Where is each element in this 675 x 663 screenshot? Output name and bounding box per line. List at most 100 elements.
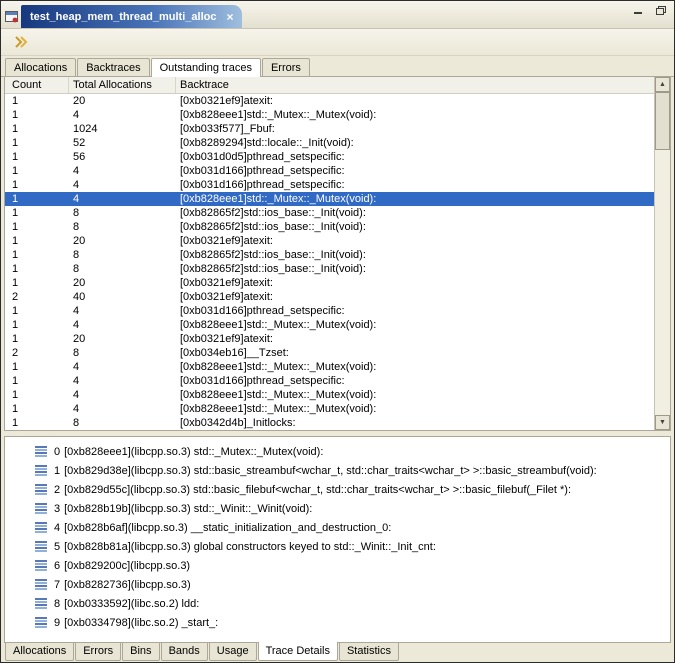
trace-details-pane: 0[0xb828eee1](libcpp.so.3) std::_Mutex::… bbox=[4, 436, 671, 643]
backtrace-cell: [0xb0321ef9]atexit: bbox=[176, 94, 654, 108]
window-title-tab[interactable]: test_heap_mem_thread_multi_alloc × bbox=[21, 5, 242, 28]
table-row[interactable]: 14[0xb031d166]pthread_setspecific: bbox=[5, 374, 654, 388]
backtrace-cell: [0xb82865f2]std::ios_base::_Init(void): bbox=[176, 206, 654, 220]
maximize-button[interactable] bbox=[653, 4, 668, 17]
column-header-total-allocations[interactable]: Total Allocations bbox=[69, 77, 176, 93]
backtrace-cell: [0xb828eee1]std::_Mutex::_Mutex(void): bbox=[176, 388, 654, 402]
table-row[interactable]: 18[0xb82865f2]std::ios_base::_Init(void)… bbox=[5, 220, 654, 234]
trace-detail-item[interactable]: 2[0xb829d55c](libcpp.so.3) std::basic_fi… bbox=[5, 480, 670, 499]
frame-index: 4 bbox=[54, 522, 60, 534]
count-cell: 1 bbox=[5, 402, 69, 416]
table-row[interactable]: 18[0xb82865f2]std::ios_base::_Init(void)… bbox=[5, 206, 654, 220]
table-row[interactable]: 14[0xb828eee1]std::_Mutex::_Mutex(void): bbox=[5, 402, 654, 416]
column-header-backtrace[interactable]: Backtrace bbox=[176, 77, 654, 93]
scroll-down-icon[interactable]: ▼ bbox=[655, 415, 670, 430]
bottom-tab-allocations[interactable]: Allocations bbox=[5, 643, 74, 661]
double-chevron-icon[interactable] bbox=[12, 33, 30, 51]
stack-frame-icon bbox=[35, 541, 49, 552]
total-allocations-cell: 8 bbox=[69, 248, 176, 262]
table-row[interactable]: 18[0xb82865f2]std::ios_base::_Init(void)… bbox=[5, 248, 654, 262]
table-row[interactable]: 240[0xb0321ef9]atexit: bbox=[5, 290, 654, 304]
backtrace-cell: [0xb828eee1]std::_Mutex::_Mutex(void): bbox=[176, 192, 654, 206]
frame-index: 9 bbox=[54, 617, 60, 629]
table-row[interactable]: 14[0xb031d166]pthread_setspecific: bbox=[5, 164, 654, 178]
backtrace-cell: [0xb031d166]pthread_setspecific: bbox=[176, 178, 654, 192]
total-allocations-cell: 20 bbox=[69, 332, 176, 346]
scroll-up-icon[interactable]: ▲ bbox=[655, 77, 670, 92]
stack-frame-icon bbox=[35, 617, 49, 628]
vertical-scrollbar[interactable]: ▲ ▼ bbox=[654, 77, 670, 430]
backtrace-cell: [0xb828eee1]std::_Mutex::_Mutex(void): bbox=[176, 108, 654, 122]
count-cell: 1 bbox=[5, 164, 69, 178]
frame-text: [0xb0333592](libc.so.2) ldd: bbox=[64, 598, 199, 610]
close-icon[interactable]: × bbox=[226, 11, 233, 23]
total-allocations-cell: 8 bbox=[69, 416, 176, 430]
table-row[interactable]: 120[0xb0321ef9]atexit: bbox=[5, 234, 654, 248]
trace-detail-item[interactable]: 3[0xb828b19b](libcpp.so.3) std::_Winit::… bbox=[5, 499, 670, 518]
tab-allocations[interactable]: Allocations bbox=[5, 58, 76, 76]
trace-detail-item[interactable]: 0[0xb828eee1](libcpp.so.3) std::_Mutex::… bbox=[5, 442, 670, 461]
total-allocations-cell: 20 bbox=[69, 276, 176, 290]
titlebar: test_heap_mem_thread_multi_alloc × bbox=[1, 1, 674, 29]
bottom-tab-bands[interactable]: Bands bbox=[161, 643, 208, 661]
frame-text: [0xb829d38e](libcpp.so.3) std::basic_str… bbox=[64, 465, 597, 477]
table-row[interactable]: 14[0xb031d166]pthread_setspecific: bbox=[5, 304, 654, 318]
table-row[interactable]: 14[0xb828eee1]std::_Mutex::_Mutex(void): bbox=[5, 388, 654, 402]
scrollbar-thumb[interactable] bbox=[655, 92, 670, 150]
total-allocations-cell: 4 bbox=[69, 304, 176, 318]
backtrace-cell: [0xb828eee1]std::_Mutex::_Mutex(void): bbox=[176, 402, 654, 416]
backtrace-cell: [0xb82865f2]std::ios_base::_Init(void): bbox=[176, 262, 654, 276]
count-cell: 1 bbox=[5, 416, 69, 430]
stack-frame-icon bbox=[35, 522, 49, 533]
count-cell: 1 bbox=[5, 248, 69, 262]
trace-detail-item[interactable]: 1 [0xb829d38e](libcpp.so.3) std::basic_st… bbox=[5, 461, 670, 480]
table-row[interactable]: 14[0xb828eee1]std::_Mutex::_Mutex(void): bbox=[5, 360, 654, 374]
table-row[interactable]: 14[0xb828eee1]std::_Mutex::_Mutex(void): bbox=[5, 192, 654, 206]
bottom-tab-bins[interactable]: Bins bbox=[122, 643, 159, 661]
frame-text: [0xb828b81a](libcpp.so.3) global constru… bbox=[64, 541, 436, 553]
count-cell: 1 bbox=[5, 108, 69, 122]
column-header-count[interactable]: Count bbox=[5, 77, 69, 93]
bottom-tab-trace-details[interactable]: Trace Details bbox=[258, 642, 338, 661]
trace-detail-item[interactable]: 7[0xb8282736](libcpp.so.3) bbox=[5, 575, 670, 594]
tab-errors[interactable]: Errors bbox=[262, 58, 310, 76]
table-row[interactable]: 152[0xb8289294]std::locale::_Init(void): bbox=[5, 136, 654, 150]
count-cell: 1 bbox=[5, 374, 69, 388]
minimize-button[interactable] bbox=[631, 4, 646, 17]
tab-backtraces[interactable]: Backtraces bbox=[77, 58, 149, 76]
frame-index: 2 bbox=[54, 484, 60, 496]
trace-detail-item[interactable]: 9[0xb0334798](libc.so.2) _start_: bbox=[5, 613, 670, 632]
trace-detail-item[interactable]: 6[0xb829200c](libcpp.so.3) bbox=[5, 556, 670, 575]
backtrace-cell: [0xb033f577]_Fbuf: bbox=[176, 122, 654, 136]
backtrace-cell: [0xb034eb16]__Tzset: bbox=[176, 346, 654, 360]
trace-detail-item[interactable]: 8[0xb0333592](libc.so.2) ldd: bbox=[5, 594, 670, 613]
table-row[interactable]: 28[0xb034eb16]__Tzset: bbox=[5, 346, 654, 360]
table-row[interactable]: 18[0xb82865f2]std::ios_base::_Init(void)… bbox=[5, 262, 654, 276]
trace-detail-item[interactable]: 4[0xb828b6af](libcpp.so.3) __static_init… bbox=[5, 518, 670, 537]
table-row[interactable]: 120[0xb0321ef9]atexit: bbox=[5, 332, 654, 346]
frame-index: 3 bbox=[54, 503, 60, 515]
table-row[interactable]: 156[0xb031d0d5]pthread_setspecific: bbox=[5, 150, 654, 164]
table-body: 120[0xb0321ef9]atexit:14[0xb828eee1]std:… bbox=[5, 94, 654, 430]
count-cell: 1 bbox=[5, 304, 69, 318]
table-row[interactable]: 14[0xb828eee1]std::_Mutex::_Mutex(void): bbox=[5, 108, 654, 122]
bottom-tab-errors[interactable]: Errors bbox=[75, 643, 121, 661]
total-allocations-cell: 4 bbox=[69, 108, 176, 122]
table-row[interactable]: 120[0xb0321ef9]atexit: bbox=[5, 276, 654, 290]
total-allocations-cell: 8 bbox=[69, 346, 176, 360]
frame-index: 1 bbox=[54, 465, 60, 477]
trace-detail-item[interactable]: 5[0xb828b81a](libcpp.so.3) global constr… bbox=[5, 537, 670, 556]
table-row[interactable]: 18[0xb0342d4b]_Initlocks: bbox=[5, 416, 654, 430]
total-allocations-cell: 20 bbox=[69, 94, 176, 108]
table-row[interactable]: 14[0xb031d166]pthread_setspecific: bbox=[5, 178, 654, 192]
backtrace-cell: [0xb0342d4b]_Initlocks: bbox=[176, 416, 654, 430]
bottom-tab-bar: AllocationsErrorsBinsBandsUsageTrace Det… bbox=[1, 643, 674, 662]
bottom-tab-usage[interactable]: Usage bbox=[209, 643, 257, 661]
profiler-window-icon bbox=[4, 9, 20, 25]
table-row[interactable]: 120[0xb0321ef9]atexit: bbox=[5, 94, 654, 108]
tab-outstanding-traces[interactable]: Outstanding traces bbox=[151, 58, 261, 77]
count-cell: 1 bbox=[5, 276, 69, 290]
table-row[interactable]: 14[0xb828eee1]std::_Mutex::_Mutex(void): bbox=[5, 318, 654, 332]
table-row[interactable]: 11024[0xb033f577]_Fbuf: bbox=[5, 122, 654, 136]
bottom-tab-statistics[interactable]: Statistics bbox=[339, 643, 399, 661]
